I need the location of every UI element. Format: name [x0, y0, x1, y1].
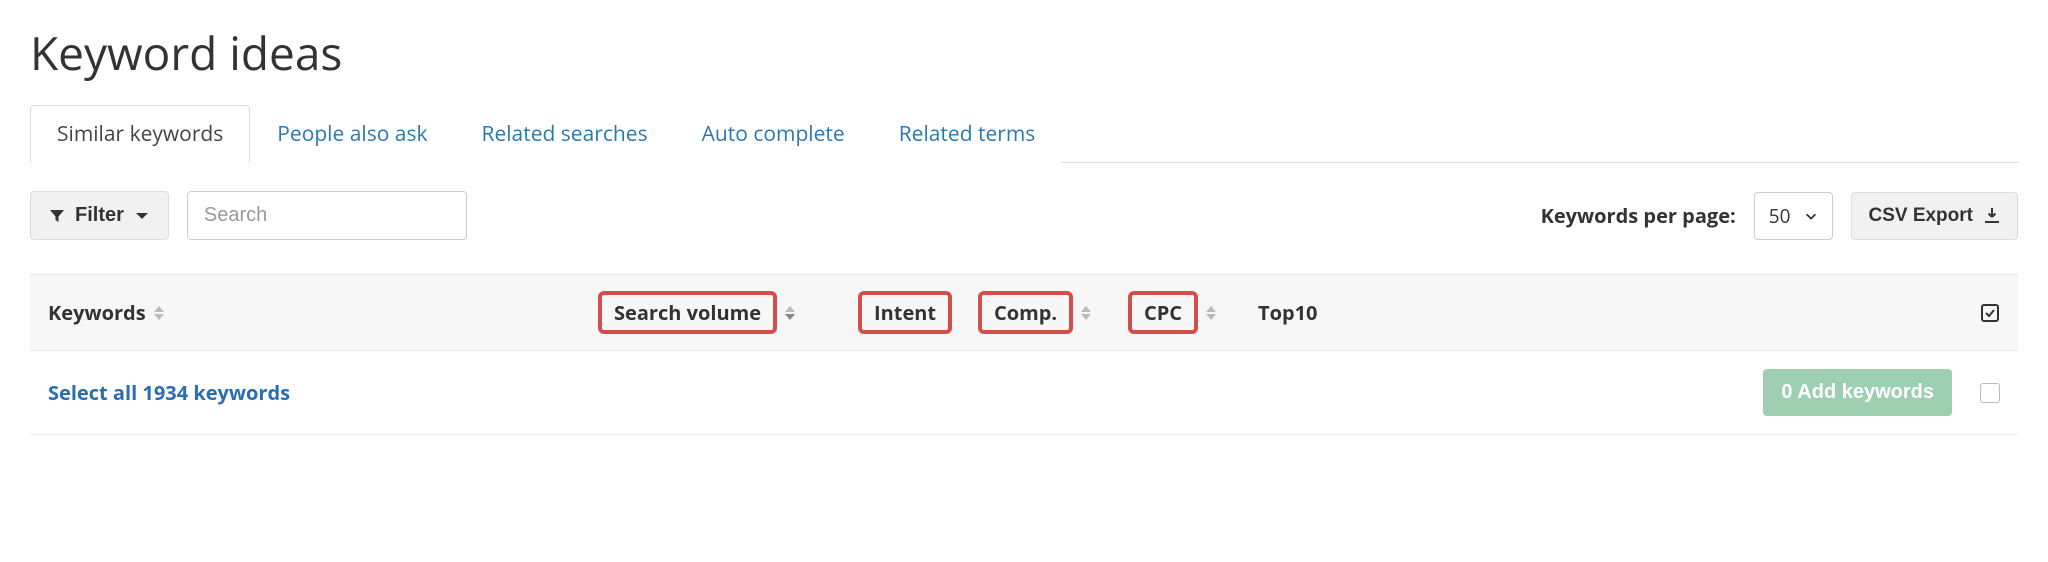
column-intent-label: Intent: [858, 291, 952, 334]
column-search-volume-label: Search volume: [598, 291, 777, 334]
toolbar: Filter Keywords per page: 50 CSV Export: [30, 191, 2018, 240]
tab-related-searches[interactable]: Related searches: [455, 105, 675, 163]
add-keywords-button[interactable]: 0 Add keywords: [1763, 369, 1952, 416]
column-cpc[interactable]: CPC: [1128, 291, 1258, 334]
column-intent[interactable]: Intent: [858, 291, 978, 334]
column-cpc-label: CPC: [1128, 291, 1198, 334]
keywords-per-page-value: 50: [1769, 203, 1791, 229]
tabs: Similar keywords People also ask Related…: [30, 104, 2018, 163]
column-top10[interactable]: Top10: [1258, 299, 1438, 326]
column-comp[interactable]: Comp.: [978, 291, 1128, 334]
filter-button[interactable]: Filter: [30, 191, 169, 240]
filter-label: Filter: [75, 204, 124, 227]
column-search-volume[interactable]: Search volume: [598, 291, 858, 334]
column-keywords-label: Keywords: [48, 299, 146, 326]
check-all-icon: [1980, 303, 2000, 323]
sort-icon: [1081, 306, 1091, 320]
download-icon: [1983, 207, 2001, 225]
tab-similar-keywords[interactable]: Similar keywords: [30, 105, 250, 163]
keywords-per-page-label: Keywords per page:: [1541, 202, 1736, 229]
chevron-down-icon: [134, 208, 150, 224]
csv-export-label: CSV Export: [1868, 205, 1973, 227]
tab-related-terms[interactable]: Related terms: [872, 105, 1063, 163]
funnel-icon: [49, 208, 65, 224]
sort-icon: [1206, 306, 1216, 320]
sort-desc-icon: [785, 306, 795, 320]
csv-export-button[interactable]: CSV Export: [1851, 192, 2018, 240]
column-keywords[interactable]: Keywords: [48, 299, 598, 326]
select-all-link[interactable]: Select all 1934 keywords: [48, 379, 290, 406]
table-header-row: Keywords Search volume Intent Comp.: [30, 274, 2018, 351]
column-comp-label: Comp.: [978, 291, 1073, 334]
tab-auto-complete[interactable]: Auto complete: [675, 105, 872, 163]
table-row: Select all 1934 keywords 0 Add keywords: [30, 351, 2018, 435]
sort-icon: [154, 306, 164, 320]
column-top10-label: Top10: [1258, 299, 1318, 326]
page-title: Keyword ideas: [30, 22, 2018, 84]
column-select-all[interactable]: [1980, 303, 2000, 323]
row-checkbox[interactable]: [1980, 383, 2000, 403]
chevron-down-icon: [1804, 209, 1818, 223]
search-input[interactable]: [187, 191, 467, 240]
tab-people-also-ask[interactable]: People also ask: [250, 105, 454, 163]
keyword-table: Keywords Search volume Intent Comp.: [30, 274, 2018, 435]
keywords-per-page-select[interactable]: 50: [1754, 192, 1834, 240]
